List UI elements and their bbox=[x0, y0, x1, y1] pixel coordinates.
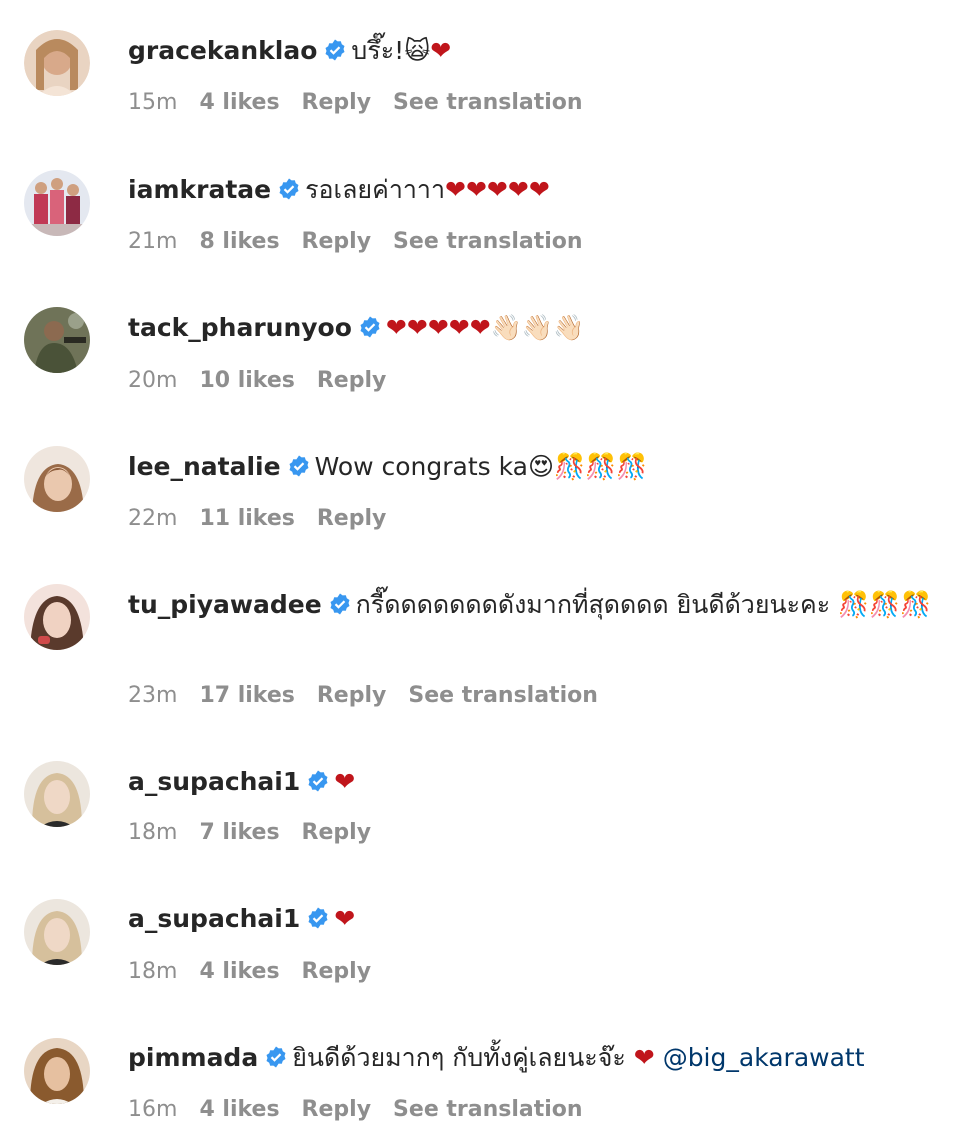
comment-text: ❤❤❤❤❤👋🏻👋🏻👋🏻 bbox=[385, 313, 585, 342]
comment-text: บรึ๊ะ!🙀❤ bbox=[351, 36, 452, 65]
comment-meta: 20m 10 likes Reply bbox=[128, 366, 408, 396]
comment-time[interactable]: 22m bbox=[128, 506, 177, 531]
comment-likes[interactable]: 7 likes bbox=[199, 820, 279, 845]
reply-button[interactable]: Reply bbox=[302, 90, 372, 115]
comment-time[interactable]: 23m bbox=[128, 683, 177, 708]
comment-likes[interactable]: 4 likes bbox=[199, 90, 279, 115]
comment-username[interactable]: tu_piyawadee bbox=[128, 590, 322, 619]
comment-likes[interactable]: 4 likes bbox=[199, 1097, 279, 1122]
see-translation-button[interactable]: See translation bbox=[408, 683, 598, 708]
comment-line: lee_natalie Wow congrats ka😍🎊🎊🎊 bbox=[128, 449, 938, 485]
comment-time[interactable]: 20m bbox=[128, 368, 177, 393]
comment-meta: 21m 8 likes Reply See translation bbox=[128, 227, 605, 257]
avatar[interactable] bbox=[24, 446, 90, 512]
verified-badge-icon bbox=[277, 177, 301, 201]
verified-badge-icon bbox=[287, 454, 311, 478]
comment-text: รอเลยค่าาาา❤❤❤❤❤ bbox=[305, 175, 550, 204]
comment-meta: 15m 4 likes Reply See translation bbox=[128, 88, 605, 118]
comment-text: ยินดีด้วยมากๆ กับทั้งคู่เลยนะจ๊ะ ❤ bbox=[292, 1043, 655, 1072]
comment-text: Wow congrats ka😍🎊🎊🎊 bbox=[314, 452, 648, 481]
see-translation-button[interactable]: See translation bbox=[393, 90, 583, 115]
comment-line: gracekanklao บรึ๊ะ!🙀❤ bbox=[128, 33, 938, 69]
comment-text: ❤ bbox=[334, 904, 356, 933]
comment-line: a_supachai1 ❤ bbox=[128, 901, 938, 937]
comment-text: กรี๊ดดดดดดดดังมากที่สุดดดด ยินดีด้วยนะคะ… bbox=[355, 590, 932, 619]
verified-badge-icon bbox=[328, 592, 352, 616]
comment-username[interactable]: lee_natalie bbox=[128, 452, 281, 481]
comment-time[interactable]: 16m bbox=[128, 1097, 177, 1122]
avatar[interactable] bbox=[24, 30, 90, 96]
avatar[interactable] bbox=[24, 170, 90, 236]
verified-badge-icon bbox=[306, 906, 330, 930]
verified-badge-icon bbox=[323, 38, 347, 62]
avatar[interactable] bbox=[24, 307, 90, 373]
verified-badge-icon bbox=[306, 769, 330, 793]
comment-line: tack_pharunyoo ❤❤❤❤❤👋🏻👋🏻👋🏻 bbox=[128, 310, 938, 346]
mention-link[interactable]: @big_akarawatt bbox=[663, 1043, 865, 1072]
comment-meta: 18m 4 likes Reply bbox=[128, 957, 393, 987]
avatar[interactable] bbox=[24, 899, 90, 965]
comment-line: pimmada ยินดีด้วยมากๆ กับทั้งคู่เลยนะจ๊ะ … bbox=[128, 1040, 938, 1076]
reply-button[interactable]: Reply bbox=[302, 820, 372, 845]
reply-button[interactable]: Reply bbox=[317, 506, 387, 531]
reply-button[interactable]: Reply bbox=[302, 1097, 372, 1122]
comment-meta: 22m 11 likes Reply bbox=[128, 504, 408, 534]
comment-time[interactable]: 18m bbox=[128, 820, 177, 845]
verified-badge-icon bbox=[358, 315, 382, 339]
comment-likes[interactable]: 11 likes bbox=[199, 506, 294, 531]
reply-button[interactable]: Reply bbox=[317, 368, 387, 393]
comment-likes[interactable]: 17 likes bbox=[199, 683, 294, 708]
comment-meta: 16m 4 likes Reply See translation bbox=[128, 1095, 605, 1125]
comment-username[interactable]: a_supachai1 bbox=[128, 767, 300, 796]
reply-button[interactable]: Reply bbox=[302, 229, 372, 254]
comment-time[interactable]: 15m bbox=[128, 90, 177, 115]
comment-time[interactable]: 18m bbox=[128, 959, 177, 984]
comment-line: a_supachai1 ❤ bbox=[128, 764, 938, 800]
comment-likes[interactable]: 4 likes bbox=[199, 959, 279, 984]
comment-meta: 23m 17 likes Reply See translation bbox=[128, 681, 620, 711]
see-translation-button[interactable]: See translation bbox=[393, 229, 583, 254]
avatar[interactable] bbox=[24, 584, 90, 650]
comment-likes[interactable]: 10 likes bbox=[199, 368, 294, 393]
comment-text: ❤ bbox=[334, 767, 356, 796]
comment-username[interactable]: pimmada bbox=[128, 1043, 258, 1072]
comment-meta: 18m 7 likes Reply bbox=[128, 818, 393, 848]
comment-username[interactable]: gracekanklao bbox=[128, 36, 317, 65]
comment-time[interactable]: 21m bbox=[128, 229, 177, 254]
verified-badge-icon bbox=[264, 1045, 288, 1069]
avatar[interactable] bbox=[24, 1038, 90, 1104]
comment-username[interactable]: a_supachai1 bbox=[128, 904, 300, 933]
comment-username[interactable]: iamkratae bbox=[128, 175, 271, 204]
reply-button[interactable]: Reply bbox=[302, 959, 372, 984]
avatar[interactable] bbox=[24, 761, 90, 827]
see-translation-button[interactable]: See translation bbox=[393, 1097, 583, 1122]
reply-button[interactable]: Reply bbox=[317, 683, 387, 708]
comment-username[interactable]: tack_pharunyoo bbox=[128, 313, 352, 342]
comment-line: tu_piyawadee กรี๊ดดดดดดดดังมากที่สุดดดด ย… bbox=[128, 585, 938, 625]
comment-likes[interactable]: 8 likes bbox=[199, 229, 279, 254]
comment-line: iamkratae รอเลยค่าาาา❤❤❤❤❤ bbox=[128, 172, 938, 208]
